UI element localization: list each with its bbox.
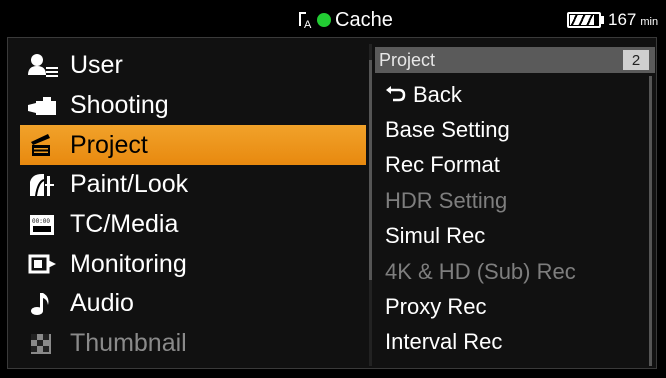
user-icon [28,52,62,80]
clapperboard-icon [28,131,62,159]
submenu-item-base-setting[interactable]: Base Setting [375,112,655,147]
music-note-icon [28,290,62,318]
menu-item-tc-media[interactable]: 00:00 TC/Media [20,205,366,245]
menu-item-label: Audio [70,289,134,318]
main-menu: User Shooting Project Paint/Look 00:00 T… [20,46,366,364]
battery-indicator: 167 min [567,10,658,30]
submenu-title: Project [379,49,436,70]
submenu-item-label: HDR Setting [385,187,508,213]
thumbnail-grid-icon [28,330,62,358]
cache-status-dot [317,13,331,27]
cache-indicator: A Cache [297,8,393,32]
menu-item-monitoring[interactable]: Monitoring [20,244,366,284]
submenu-item-hdr-setting[interactable]: HDR Setting [375,183,655,218]
submenu-item-proxy-rec[interactable]: Proxy Rec [375,289,655,324]
menu-item-project[interactable]: Project [20,125,366,166]
menu-item-label: Thumbnail [70,329,187,358]
submenu-item-label: Base Setting [385,117,510,143]
status-bar: A Cache 167 min [0,0,666,38]
submenu-item-interval-rec[interactable]: Interval Rec [375,325,655,360]
main-menu-scrollbar[interactable] [369,60,372,280]
camera-icon [28,92,62,120]
menu-item-label: Paint/Look [70,170,189,199]
svg-text:00:00: 00:00 [32,218,50,225]
submenu-item-label: Back [413,81,462,107]
menu-item-shooting[interactable]: Shooting [20,86,366,126]
submenu-item-back[interactable]: Back [375,77,655,112]
menu-item-label: TC/Media [70,210,179,239]
battery-unit: min [640,16,659,28]
submenu-item-label: Interval Rec [385,329,503,355]
submenu-panel: Project 2 Back Base Setting Rec Format H… [375,47,655,360]
cache-label: Cache [335,8,393,31]
submenu-item-label: Rec Format [385,152,500,178]
submenu-list: Back Base Setting Rec Format HDR Setting… [375,77,655,360]
submenu-item-rec-format[interactable]: Rec Format [375,148,655,183]
menu-item-label: Shooting [70,91,169,120]
menu-item-label: Monitoring [70,249,187,278]
page-number-badge: 2 [623,50,649,70]
submenu-item-label: 4K & HD (Sub) Rec [385,258,576,284]
back-arrow-icon [385,82,407,108]
monitor-output-icon [28,250,62,278]
submenu-item-label: Proxy Rec [385,294,487,320]
menu-item-label: User [70,51,123,80]
submenu-item-label: Simul Rec [385,223,486,249]
submenu-item-simul-rec[interactable]: Simul Rec [375,219,655,254]
battery-tip [601,16,604,24]
paint-icon [28,171,62,199]
battery-icon [567,12,601,28]
menu-item-user[interactable]: User [20,46,366,86]
battery-minutes: 167 [608,10,637,29]
media-slot-icon: A [297,10,313,31]
submenu-header: Project 2 [375,47,655,73]
submenu-scrollbar[interactable] [649,76,652,366]
submenu-item-4k-hd-sub-rec[interactable]: 4K & HD (Sub) Rec [375,254,655,289]
timecode-icon: 00:00 [28,211,62,239]
menu-item-thumbnail[interactable]: Thumbnail [20,324,366,364]
svg-text:A: A [304,19,312,30]
menu-item-audio[interactable]: Audio [20,284,366,324]
menu-item-label: Project [70,130,148,159]
menu-item-paint-look[interactable]: Paint/Look [20,165,366,205]
